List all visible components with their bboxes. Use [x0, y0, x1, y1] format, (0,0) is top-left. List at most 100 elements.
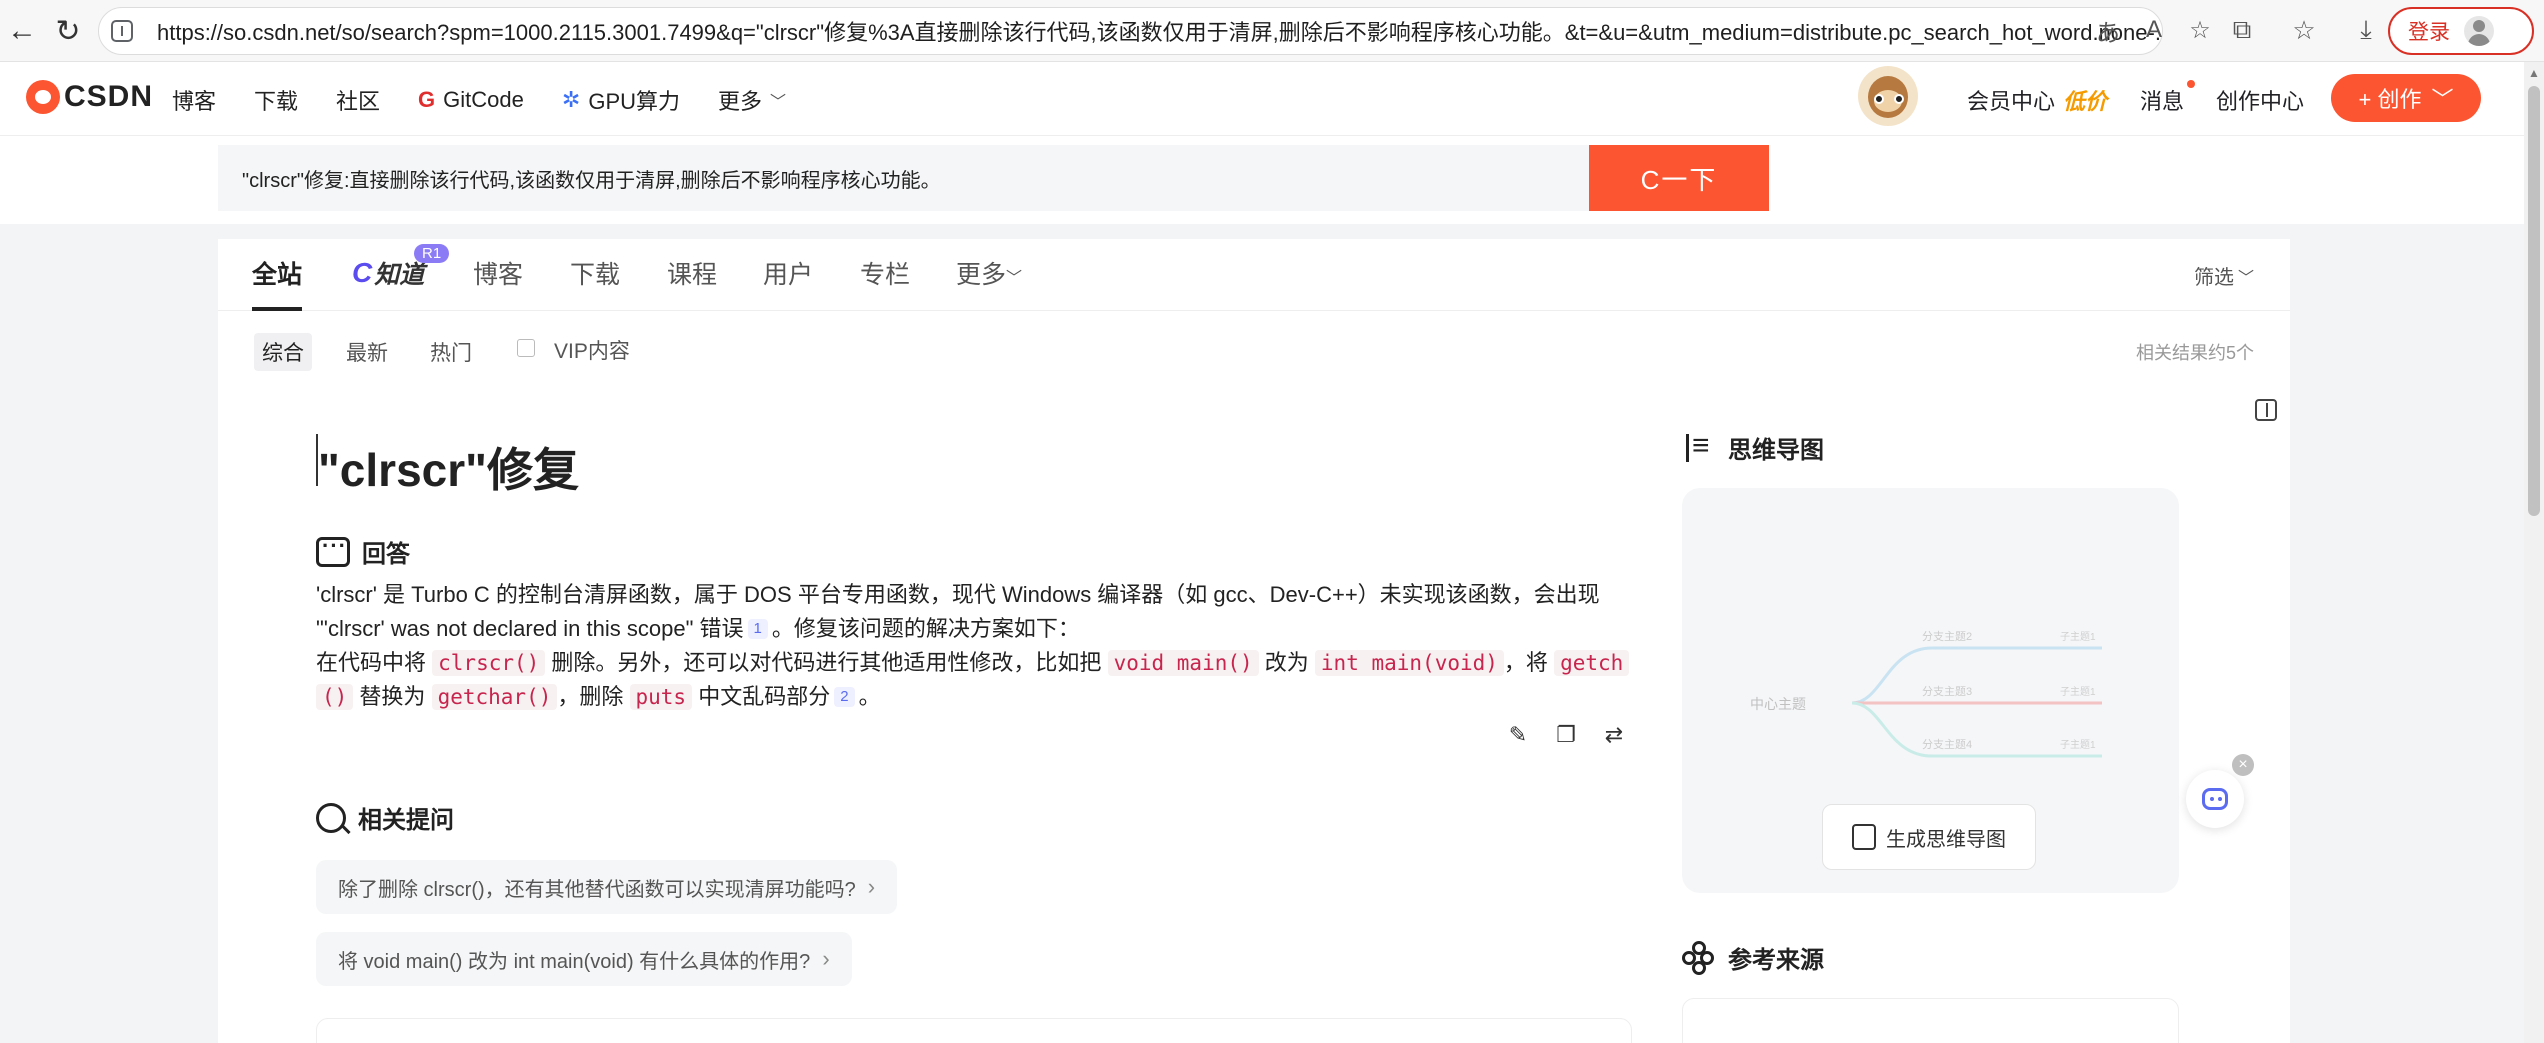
refresh-icon[interactable]: ↻ — [46, 9, 90, 53]
gitcode-icon: G — [418, 87, 436, 112]
mindmap-center-label: 中心主题 — [1750, 696, 1806, 712]
answer-text: 'clrscr' 是 Turbo C 的控制台清屏函数，属于 DOS 平台专用函… — [316, 582, 1600, 607]
address-bar[interactable]: https://so.csdn.net/so/search?spm=1000.2… — [98, 7, 2163, 55]
result-count: 相关结果约5个 — [2135, 343, 2254, 363]
mindmap-preview: 中心主题 分支主题2 分支主题3 分支主题4 子主题1 子主题1 子主题1 生成… — [1682, 488, 2179, 893]
vip-center-link[interactable]: 会员中心 低价 — [1967, 84, 2107, 116]
vip-content-checkbox[interactable] — [517, 339, 535, 357]
related-question-text: 除了删除 clrscr()，还有其他替代函数可以实现清屏功能吗? — [338, 878, 856, 901]
zhidao-logo-icon: C — [352, 257, 373, 288]
generate-mindmap-button[interactable]: 生成思维导图 — [1822, 804, 2036, 870]
nav-more[interactable]: 更多 ﹀ — [718, 84, 786, 116]
related-heading: 相关提问 — [316, 800, 454, 835]
nav-gpu-label: GPU算力 — [588, 89, 681, 114]
messages-link[interactable]: 消息 — [2140, 84, 2184, 116]
search-tabs-panel: 全站 C 知道 R1 博客 下载 课程 用户 专栏 更多﹀ 筛选 ﹀ 综合 最新… — [218, 239, 2290, 385]
answer-text: "'clrscr' was not declared in this scope… — [316, 616, 744, 641]
regenerate-icon[interactable]: ⇄ — [1601, 722, 1627, 748]
filter-dropdown[interactable]: 筛选 ﹀ — [2194, 261, 2254, 290]
profile-login-button[interactable]: 登录 — [2388, 7, 2534, 55]
chevron-down-icon: ﹀ — [2237, 269, 2254, 287]
logo-text: CSDN — [64, 80, 154, 113]
answer-text: 在代码中将 — [316, 650, 427, 675]
vip-price-badge: 低价 — [2063, 89, 2108, 114]
profile-avatar-icon — [2464, 16, 2494, 46]
answer-text: 替换为 — [359, 684, 426, 709]
sort-tabs: 综合 最新 热门 VIP内容 相关结果约5个 — [218, 311, 2290, 385]
code-getch-parens: () — [316, 684, 354, 710]
answer-text: 。 — [858, 684, 881, 709]
top-navigation: 博客 下载 社区 G GitCode ✲ GPU算力 更多 ﹀ — [172, 84, 824, 116]
avatar-eyes — [1874, 94, 1904, 104]
nav-gitcode[interactable]: G GitCode — [418, 84, 524, 116]
tab-blog[interactable]: 博客 — [473, 255, 523, 291]
copy-icon[interactable]: ❐ — [1553, 722, 1579, 748]
tab-user[interactable]: 用户 — [763, 255, 813, 291]
chevron-down-icon: ﹀ — [2431, 87, 2454, 112]
next-result-card — [316, 1018, 1632, 1043]
scroll-up-arrow-icon[interactable]: ▲ — [2528, 66, 2540, 80]
tab-download[interactable]: 下载 — [570, 255, 620, 291]
answer-text: ，删除 — [557, 684, 624, 709]
mindmap-sub-label: 子主题1 — [2060, 631, 2096, 643]
unread-dot — [2187, 80, 2195, 88]
search-input[interactable]: "clrscr"修复:直接删除该行代码,该函数仅用于清屏,删除后不影响程序核心功… — [218, 145, 1590, 211]
code-int-main: int main(void) — [1314, 650, 1504, 676]
text-size-icon[interactable]: A — [2136, 10, 2172, 50]
answer-text: 中文乱码部分 — [698, 684, 831, 709]
chevron-right-icon: › — [822, 946, 830, 971]
citation-2[interactable]: 2 — [834, 687, 855, 707]
nav-gpu[interactable]: ✲ GPU算力 — [562, 84, 680, 116]
csdn-logo[interactable]: CSDN — [26, 80, 153, 114]
answer-paragraph: 'clrscr' 是 Turbo C 的控制台清屏函数，属于 DOS 平台专用函… — [316, 578, 1636, 714]
nav-blog[interactable]: 博客 — [172, 84, 216, 116]
site-info-icon[interactable] — [111, 20, 133, 42]
references-heading-label: 参考来源 — [1728, 947, 1824, 974]
nav-community[interactable]: 社区 — [336, 84, 380, 116]
related-question[interactable]: 除了删除 clrscr()，还有其他替代函数可以实现清屏功能吗? › — [316, 860, 898, 914]
search-button[interactable]: C一下 — [1589, 145, 1769, 211]
scroll-thumb[interactable] — [2528, 86, 2540, 516]
close-icon[interactable]: × — [2232, 754, 2254, 776]
csdn-logo-icon — [26, 80, 60, 114]
extensions-icon[interactable]: ⧉ — [2222, 10, 2262, 50]
download-icon[interactable]: ⤓ — [2346, 10, 2386, 50]
read-aloud-icon[interactable]: あ — [2090, 10, 2126, 50]
answer-text: 删除。另外，还可以对代码进行其他适用性修改，比如把 — [551, 650, 1102, 675]
edit-note-icon[interactable]: ✎ — [1505, 722, 1531, 748]
login-label: 登录 — [2408, 21, 2450, 44]
user-avatar[interactable] — [1858, 66, 1918, 126]
sort-hot[interactable]: 热门 — [422, 333, 480, 371]
nav-more-label: 更多 — [718, 89, 763, 114]
mindmap-heading-label: 思维导图 — [1728, 437, 1824, 464]
sort-latest[interactable]: 最新 — [338, 333, 396, 371]
nav-download[interactable]: 下载 — [254, 84, 298, 116]
answer-actions: ✎ ❐ ⇄ — [1505, 722, 1627, 748]
search-query-text: "clrscr"修复:直接删除该行代码,该函数仅用于清屏,删除后不影响程序核心功… — [242, 169, 941, 192]
sidebar-toggle-icon[interactable] — [2255, 399, 2277, 421]
related-question[interactable]: 将 void main() 改为 int main(void) 有什么具体的作用… — [316, 932, 852, 986]
ai-assistant-button[interactable] — [2186, 770, 2244, 828]
answer-body: 'clrscr' 是 Turbo C 的控制台清屏函数，属于 DOS 平台专用函… — [316, 578, 1636, 714]
create-button[interactable]: + 创作 ﹀ — [2331, 74, 2481, 122]
tab-all[interactable]: 全站 — [252, 255, 302, 291]
tab-course[interactable]: 课程 — [667, 255, 717, 291]
favorites-icon[interactable]: ☆ — [2284, 10, 2324, 50]
chevron-right-icon: › — [867, 874, 876, 899]
code-puts: puts — [629, 684, 693, 710]
back-arrow-icon[interactable]: ← — [0, 9, 44, 53]
vip-content-label[interactable]: VIP内容 — [554, 335, 630, 365]
browser-toolbar: ← ↻ https://so.csdn.net/so/search?spm=10… — [0, 0, 2544, 62]
creator-center-link[interactable]: 创作中心 — [2216, 84, 2304, 116]
chevron-down-icon: ﹀ — [770, 94, 787, 111]
star-icon[interactable]: ☆ — [2182, 10, 2218, 50]
mindmap-branch-label: 分支主题2 — [1922, 630, 1972, 643]
sort-comprehensive[interactable]: 综合 — [254, 333, 312, 371]
code-void-main: void main() — [1107, 650, 1259, 676]
tab-zhidao[interactable]: C 知道 — [352, 255, 424, 291]
citation-1[interactable]: 1 — [747, 619, 768, 639]
tab-more[interactable]: 更多﹀ — [956, 255, 1022, 291]
tab-column[interactable]: 专栏 — [860, 255, 910, 291]
search-icon — [316, 802, 346, 833]
page-scrollbar[interactable]: ▲ — [2524, 62, 2544, 1043]
